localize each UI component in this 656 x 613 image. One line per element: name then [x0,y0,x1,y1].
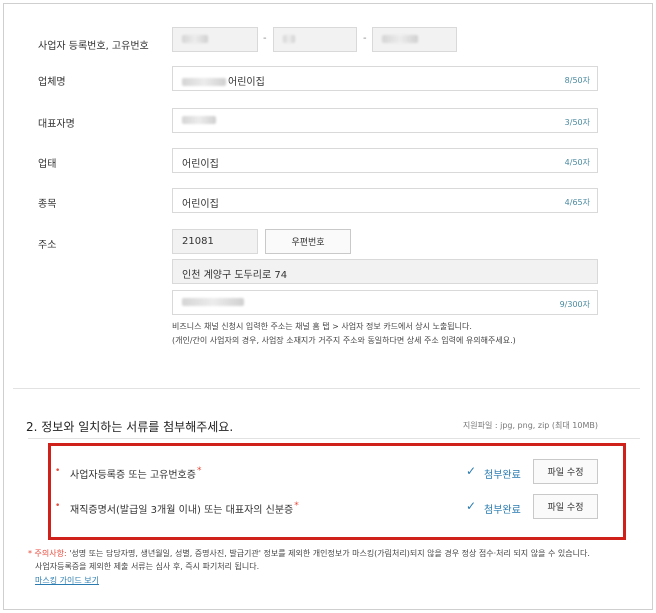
biz-number-part1-input[interactable] [172,27,258,52]
item-count: 4/65자 [564,198,590,207]
address-label: 주소 [38,240,57,251]
doc-1-label: 사업자등록증 또는 고유번호증 [70,470,196,481]
item-value: 어린이집 [182,199,219,210]
company-name-count: 8/50자 [564,76,590,85]
biz-number-dash: - [363,33,367,44]
section-divider [13,388,640,389]
address-line1-input[interactable]: 인천 계양구 도두리로 74 [172,259,598,284]
business-type-count: 4/50자 [564,158,590,167]
company-name-input[interactable]: 어린이집 8/50자 [172,66,598,91]
business-type-value: 어린이집 [182,159,219,170]
zipcode-value: 21081 [182,236,214,247]
attach-divider [28,438,640,439]
address-note-1: 비즈니스 채널 신청시 입력한 주소는 채널 홈 탭 > 사업자 정보 카드에서… [172,322,472,331]
highlight-box [48,443,626,540]
caution-line-2: 사업자등록증을 제외한 제출 서류는 심사 후, 즉시 파기처리 됩니다. [35,562,260,571]
zipcode-search-button[interactable]: 우편번호 [265,229,351,254]
check-icon: ✓ [466,464,477,478]
address-line1-value: 인천 계양구 도두리로 74 [182,270,288,281]
biz-number-dash: - [263,33,267,44]
doc-2-label: 재직증명서(발급일 3개월 이내) 또는 대표자의 신분증 [70,505,294,516]
address-line2-count: 9/300자 [559,300,590,309]
address-note-2: (개인/간이 사업자의 경우, 사업장 소재지가 거주지 주소와 동일하다면 상… [172,336,516,345]
doc-2-edit-button[interactable]: 파일 수정 [533,494,598,519]
doc-2-label-row: 재직증명서(발급일 3개월 이내) 또는 대표자의 신분증* [70,501,299,516]
company-name-label: 업체명 [38,77,66,88]
attach-section-title: 2. 정보와 일치하는 서류를 첨부해주세요. [26,420,234,434]
required-mark: * [294,501,299,511]
biz-number-part2-input[interactable] [273,27,357,52]
caution-prefix: * 주의사항: [28,549,67,558]
address-line2-input[interactable]: 9/300자 [172,290,598,315]
bullet: • [55,501,61,511]
required-mark: * [196,466,202,476]
caution-note: * 주의사항: '성명 또는 담당자명, 생년월일, 성별, 증명사진, 발급기… [28,547,590,573]
business-type-label: 업태 [38,159,57,170]
file-type-hint: 지원파일 : jpg, png, zip (최대 10MB) [462,421,598,430]
check-icon: ✓ [466,499,477,513]
masking-guide-link[interactable]: 마스킹 가이드 보기 [35,575,99,586]
ceo-name-input[interactable]: 3/50자 [172,108,598,133]
doc-1-status: 첨부완료 [484,470,521,481]
ceo-name-label: 대표자명 [38,119,75,130]
bullet: • [55,466,61,476]
item-input[interactable]: 어린이집 4/65자 [172,188,598,213]
business-type-input[interactable]: 어린이집 4/50자 [172,148,598,173]
company-name-value: 어린이집 [228,77,265,88]
doc-1-edit-button[interactable]: 파일 수정 [533,459,598,484]
biz-number-label: 사업자 등록번호, 고유번호 [38,41,149,52]
zipcode-input[interactable]: 21081 [172,229,258,254]
ceo-name-count: 3/50자 [564,118,590,127]
doc-1-label-row: 사업자등록증 또는 고유번호증* [70,466,201,481]
item-label: 종목 [38,199,57,210]
doc-2-status: 첨부완료 [484,505,521,516]
biz-number-part3-input[interactable] [372,27,457,52]
caution-line-1: '성명 또는 담당자명, 생년월일, 성별, 증명사진, 발급기관' 정보를 제… [66,549,590,558]
